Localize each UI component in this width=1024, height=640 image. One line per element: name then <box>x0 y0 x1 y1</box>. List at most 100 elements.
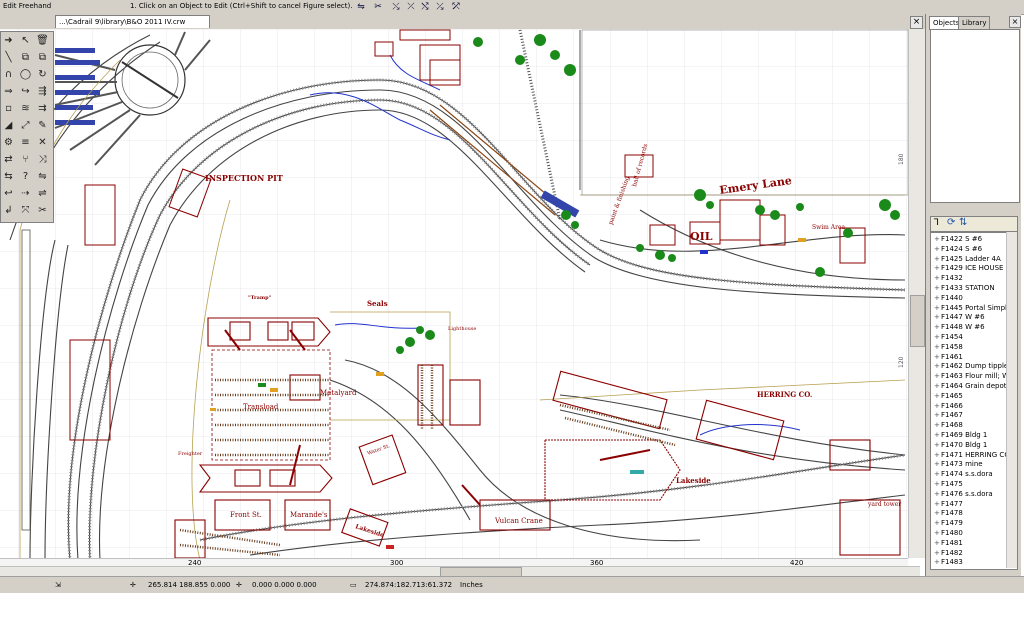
bridge-tool-icon[interactable]: ⇋ <box>35 169 50 184</box>
arc-tool-icon[interactable]: ∩ <box>1 67 16 82</box>
expand-icon[interactable]: + <box>934 460 941 469</box>
vertical-scrollbar[interactable] <box>908 29 926 558</box>
connect-tool-icon[interactable]: ↩ <box>1 186 16 201</box>
wye-tool-icon[interactable]: ⑂ <box>18 152 33 167</box>
layout-canvas[interactable]: INSPECTION PIT Emery Lane Swim Area Seal… <box>0 29 908 558</box>
tab-library[interactable]: Library <box>958 16 991 30</box>
slip-tool-icon[interactable]: ⇌ <box>35 186 50 201</box>
expand-icon[interactable]: + <box>934 451 941 460</box>
loco-tool-icon[interactable]: ⚙ <box>1 135 16 150</box>
list-item[interactable]: +F1475 <box>934 480 963 489</box>
list-item[interactable]: +F1463 Flour mill; Wall <box>934 372 1017 381</box>
toolbar-button-4[interactable]: ⤫ <box>405 1 417 13</box>
trash-icon[interactable]: 🗑 <box>35 33 50 48</box>
toolbar-button-6[interactable]: ⤰ <box>434 1 446 13</box>
expand-icon[interactable]: + <box>934 519 941 528</box>
expand-icon[interactable]: + <box>934 323 941 332</box>
tree-expand-icon[interactable]: ⅂ <box>934 218 939 228</box>
list-item[interactable]: +F1468 <box>934 421 963 430</box>
list-item[interactable]: +F1425 Ladder 4A <box>934 255 1001 264</box>
duplicate-tool-icon[interactable]: ⧉ <box>35 50 50 65</box>
rect-tool-icon[interactable]: ▫ <box>1 101 16 116</box>
expand-icon[interactable]: + <box>934 402 941 411</box>
expand-icon[interactable]: + <box>934 274 941 283</box>
split-tool-icon[interactable]: ⤧ <box>18 203 33 218</box>
expand-icon[interactable]: + <box>934 539 941 548</box>
expand-icon[interactable]: + <box>934 441 941 450</box>
ramp-tool-icon[interactable]: ◢ <box>1 118 16 133</box>
expand-icon[interactable]: + <box>934 558 941 567</box>
line-tool-icon[interactable]: ╲ <box>1 50 16 65</box>
expand-icon[interactable]: + <box>934 333 941 342</box>
expand-icon[interactable]: + <box>934 304 941 313</box>
join-tool-icon[interactable]: ⇢ <box>18 186 33 201</box>
list-item[interactable]: +F1462 Dump tipple; I <box>934 362 1015 371</box>
list-item[interactable]: +F1458 <box>934 343 963 352</box>
flex-tool-icon[interactable]: ≋ <box>18 101 33 116</box>
list-item[interactable]: +F1424 S #6 <box>934 245 982 254</box>
tree-sort-icon[interactable]: ⇅ <box>959 217 967 228</box>
list-item[interactable]: +F1447 W #6 <box>934 313 985 322</box>
list-item[interactable]: +F1471 HERRING CO <box>934 451 1010 460</box>
list-item[interactable]: +F1469 Bldg 1 <box>934 431 987 440</box>
expand-icon[interactable]: + <box>934 392 941 401</box>
measure-tool-icon[interactable]: ✎ <box>35 118 50 133</box>
toolbar-button-7[interactable]: ⤱ <box>450 1 462 13</box>
units-label[interactable]: Inches <box>460 581 483 589</box>
expand-icon[interactable]: + <box>934 362 941 371</box>
expand-icon[interactable]: + <box>934 372 941 381</box>
document-tab[interactable]: ...\Cadrail 9\library\B&O 2011 IV.crw <box>55 15 210 28</box>
expand-icon[interactable]: + <box>934 294 941 303</box>
expand-icon[interactable]: + <box>934 264 941 273</box>
tree-refresh-icon[interactable]: ⟳ <box>947 217 955 228</box>
list-item[interactable]: +F1464 Grain depot; B <box>934 382 1016 391</box>
circle-tool-icon[interactable]: ◯ <box>18 67 33 82</box>
toolbar-button-2[interactable]: ✂ <box>372 1 384 13</box>
toolbar-button-5[interactable]: ⤭ <box>419 1 431 13</box>
list-item[interactable]: +F1470 Bldg 1 <box>934 441 987 450</box>
rotate-tool-icon[interactable]: ↻ <box>35 67 50 82</box>
crossover-tool-icon[interactable]: ⤨ <box>35 152 50 167</box>
list-item[interactable]: +F1448 W #6 <box>934 323 985 332</box>
expand-icon[interactable]: + <box>934 421 941 430</box>
expand-icon[interactable]: + <box>934 509 941 518</box>
expand-icon[interactable]: + <box>934 549 941 558</box>
list-item[interactable]: +F1440 <box>934 294 963 303</box>
close-document-icon[interactable]: × <box>910 16 923 29</box>
expand-icon[interactable]: + <box>934 343 941 352</box>
expand-icon[interactable]: + <box>934 382 941 391</box>
list-item[interactable]: +F1474 s.s.dora <box>934 470 993 479</box>
toolbar-button-1[interactable]: ⇋ <box>355 1 367 13</box>
vertical-scroll-thumb[interactable] <box>910 295 925 347</box>
scissor-tool-icon[interactable]: ✂ <box>35 203 50 218</box>
expand-icon[interactable]: + <box>934 431 941 440</box>
expand-icon[interactable]: + <box>934 480 941 489</box>
list-item[interactable]: +F1445 Portal Simple <box>934 304 1011 313</box>
extend-tool-icon[interactable]: ↲ <box>1 203 16 218</box>
list-item[interactable]: +F1467 <box>934 411 963 420</box>
list-item[interactable]: +F1481 <box>934 539 963 548</box>
list-item[interactable]: +F1482 <box>934 549 963 558</box>
expand-icon[interactable]: + <box>934 529 941 538</box>
help-tool-icon[interactable]: ? <box>18 169 33 184</box>
list-item[interactable]: +F1479 <box>934 519 963 528</box>
train-tool-icon[interactable]: ≡ <box>18 135 33 150</box>
expand-icon[interactable]: + <box>934 255 941 264</box>
expand-icon[interactable]: + <box>934 245 941 254</box>
list-scrollbar[interactable] <box>1006 232 1017 568</box>
expand-icon[interactable]: + <box>934 313 941 322</box>
switch-tool-icon[interactable]: ⇶ <box>35 84 50 99</box>
list-item[interactable]: +F1478 <box>934 509 963 518</box>
list-item[interactable]: +F1461 <box>934 353 963 362</box>
expand-icon[interactable]: + <box>934 411 941 420</box>
object-list[interactable]: +F1422 S #6 +F1424 S #6 +F1425 Ladder 4A +F… <box>930 232 1018 570</box>
straight-track-icon[interactable]: ⇄ <box>1 152 16 167</box>
expand-icon[interactable]: + <box>934 353 941 362</box>
list-item[interactable]: +F1433 STATION <box>934 284 995 293</box>
list-item[interactable]: +F1422 S #6 <box>934 235 982 244</box>
select-tool-icon[interactable]: ↖ <box>18 33 33 48</box>
sidetrack-tool-icon[interactable]: ⇆ <box>1 169 16 184</box>
grade-tool-icon[interactable]: ⤢ <box>18 118 33 133</box>
cross-tool-icon[interactable]: ✕ <box>35 135 50 150</box>
expand-icon[interactable]: + <box>934 470 941 479</box>
